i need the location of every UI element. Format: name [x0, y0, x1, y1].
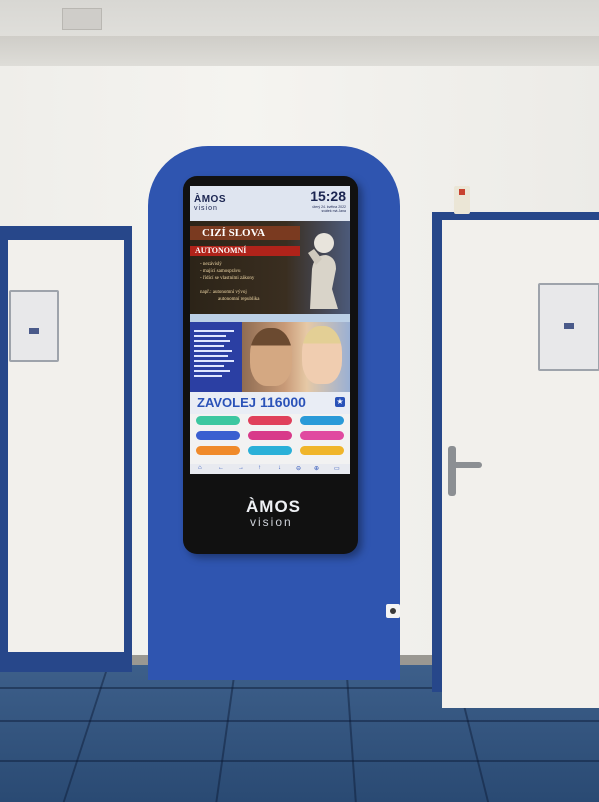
door-lever[interactable]: [448, 462, 482, 468]
down-icon[interactable]: ↓: [278, 465, 281, 471]
tile-buttons: [196, 416, 344, 462]
screen-clock: 15:28: [310, 188, 346, 204]
ceiling-vent: [62, 8, 102, 30]
screen-date: úterý 24. května 2022 svátek má Jana: [286, 205, 346, 213]
tile-button[interactable]: [196, 431, 240, 440]
tile-button[interactable]: [248, 416, 292, 425]
tile-button[interactable]: [196, 446, 240, 455]
menu-list[interactable]: [194, 328, 234, 380]
screen-header: ÀMOS vision 15:28 úterý 24. května 2022 …: [190, 186, 350, 221]
fire-alarm-box[interactable]: [454, 186, 470, 214]
call-number: 116000: [260, 394, 306, 410]
screen-brand: ÀMOS: [194, 194, 226, 205]
wall-socket: [386, 604, 400, 618]
hero-section: CIZÍ SLOVA AUTONOMNÍ - nezávislý - majíc…: [190, 221, 350, 314]
door-handle[interactable]: [448, 446, 456, 496]
example-line-1: např.: autonomní vývoj: [200, 290, 247, 295]
tile-button[interactable]: [196, 416, 240, 425]
girl-face: [302, 326, 342, 384]
home-icon[interactable]: ⌂: [198, 465, 202, 471]
call-label: ZAVOLEJ: [197, 395, 256, 410]
info-section: [190, 322, 350, 392]
zoom-in-icon[interactable]: ⊕: [314, 465, 319, 472]
thinker-silhouette-icon: [308, 233, 338, 309]
example-line-2: autonomní republika: [218, 297, 260, 302]
hero-example: např.: autonomní vývoj autonomní republi…: [200, 289, 260, 303]
tile-button[interactable]: [248, 446, 292, 455]
right-door-plaque: [538, 283, 599, 371]
hero-definitions: - nezávislý - mající samosprávu - řídící…: [200, 261, 254, 282]
ceiling-beam: [0, 36, 599, 66]
screen-brand-sub: vision: [194, 205, 218, 212]
definition-item: - nezávislý: [200, 262, 222, 267]
tile-button[interactable]: [248, 431, 292, 440]
tile-button[interactable]: [300, 446, 344, 455]
kiosk-screen[interactable]: ÀMOS vision 15:28 úterý 24. května 2022 …: [190, 186, 350, 474]
tile-button[interactable]: [300, 416, 344, 425]
screen-navbar: ⌂ ← → ↑ ↓ ⊖ ⊕ ▭: [190, 464, 350, 474]
call-banner[interactable]: ZAVOLEJ 116000 ★: [190, 392, 350, 414]
tile-button[interactable]: [300, 431, 344, 440]
hero-word: AUTONOMNÍ: [190, 246, 300, 256]
hero-headline: CIZÍ SLOVA: [190, 226, 300, 240]
keyboard-icon[interactable]: ▭: [334, 465, 340, 472]
news-ticker: [190, 314, 350, 322]
boy-face: [250, 328, 292, 386]
forward-icon[interactable]: →: [238, 465, 244, 471]
back-icon[interactable]: ←: [218, 465, 224, 471]
up-icon[interactable]: ↑: [258, 465, 261, 471]
star-icon: ★: [335, 397, 345, 407]
definition-item: - řídící se vlastními zákony: [200, 276, 255, 281]
left-door-plaque: [9, 290, 59, 362]
definition-item: - mající samosprávu: [200, 269, 241, 274]
bezel-brand-sub: vision: [250, 515, 293, 529]
zoom-out-icon[interactable]: ⊖: [296, 465, 301, 472]
date-line-2: svátek má Jana: [321, 209, 346, 213]
bezel-brand: ÀMOS: [246, 497, 301, 516]
